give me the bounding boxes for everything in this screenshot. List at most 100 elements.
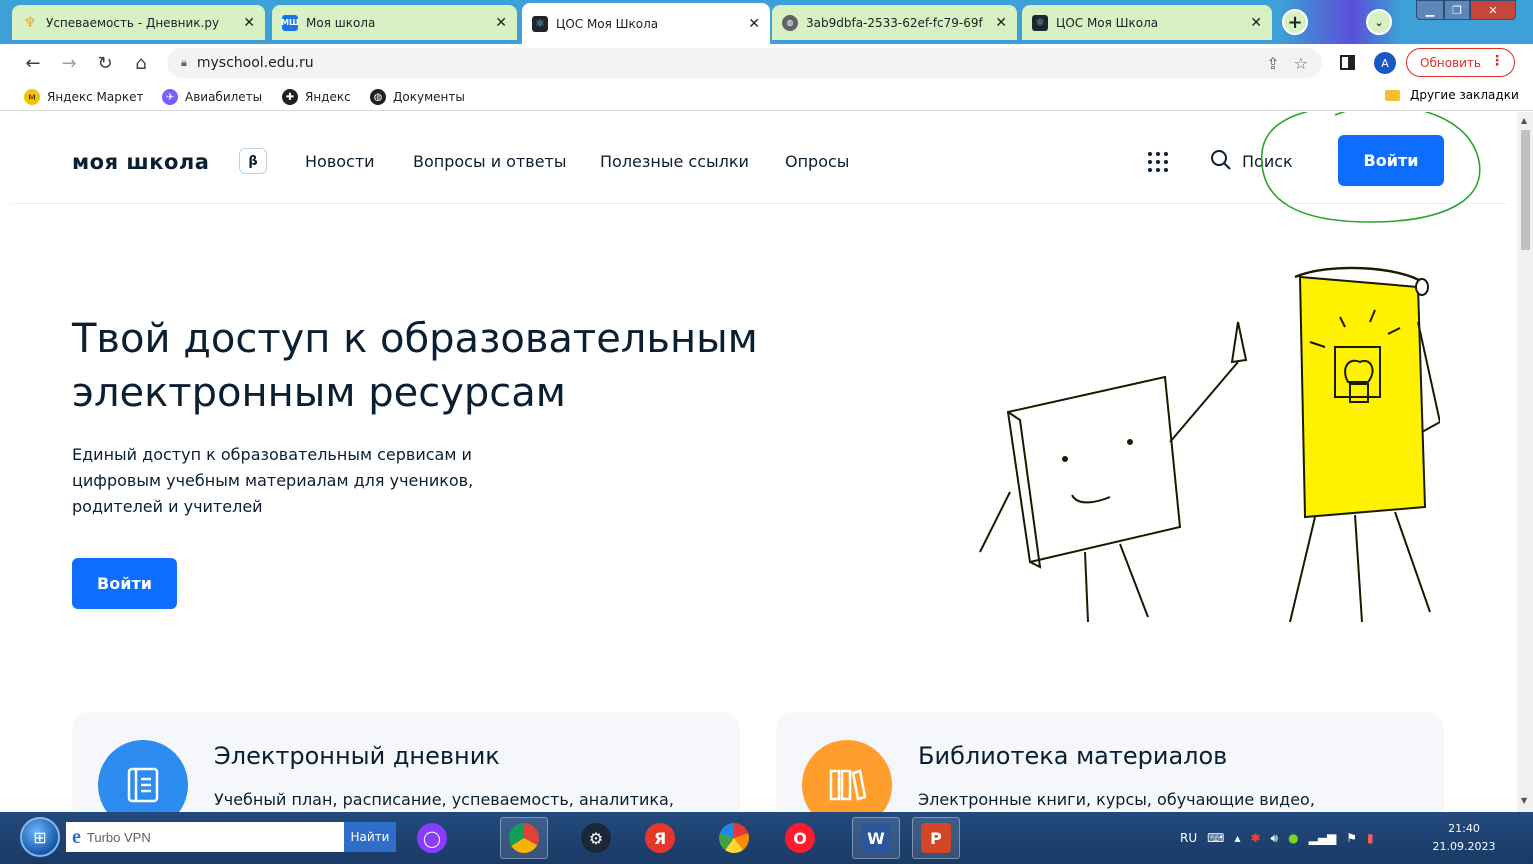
- tab-title: Моя школа: [306, 15, 376, 30]
- steam-icon: ⚙: [581, 823, 611, 853]
- picasa-icon: [719, 823, 749, 853]
- start-button[interactable]: ⊞: [20, 817, 60, 857]
- address-bar[interactable]: 🔒︎ myschool.edu.ru ⇪ ☆: [167, 48, 1322, 78]
- share-icon[interactable]: ⇪: [1266, 54, 1279, 73]
- hero-illustration: [979, 266, 1440, 623]
- ie-icon: e: [72, 825, 81, 848]
- system-tray: RU ⌨ ▴ ✱ 🔊︎ ● ▂▄▆ ⚑ ▮: [1180, 822, 1384, 854]
- other-bookmarks[interactable]: Другие закладки: [1385, 88, 1519, 102]
- close-icon[interactable]: ✕: [243, 15, 255, 31]
- taskbar-chrome[interactable]: [500, 817, 548, 859]
- yandex-browser-icon: Я: [645, 823, 675, 853]
- tab-dnevnik[interactable]: ♆ Успеваемость - Дневник.ру ✕: [12, 5, 265, 40]
- close-icon[interactable]: ✕: [995, 15, 1007, 31]
- app-tray-icon[interactable]: ●: [1288, 831, 1298, 845]
- apps-grid-icon[interactable]: [1148, 152, 1168, 172]
- word-icon: W: [861, 823, 891, 853]
- scrollbar-thumb[interactable]: [1521, 130, 1530, 250]
- volume-icon[interactable]: 🔊︎: [1271, 831, 1279, 846]
- flipchart-illustration: [1289, 266, 1440, 623]
- hero-subtitle: Единый доступ к образовательным сервисам…: [72, 445, 474, 516]
- tab-uuid[interactable]: ◍ 3ab9dbfa-2533-62ef-fc79-69f ✕: [772, 5, 1017, 40]
- star-icon[interactable]: ☆: [1294, 54, 1308, 73]
- nav-faq[interactable]: Вопросы и ответы: [413, 152, 567, 171]
- forward-button[interactable]: →: [56, 50, 82, 76]
- market-icon: м: [24, 89, 40, 105]
- taskbar-search-button[interactable]: Найти: [344, 822, 396, 852]
- nav-news[interactable]: Новости: [305, 152, 375, 171]
- card-title: Электронный дневник: [214, 742, 500, 770]
- header-login-button[interactable]: Войти: [1338, 135, 1444, 186]
- scroll-up-icon[interactable]: ▲: [1521, 116, 1527, 125]
- signal-icon[interactable]: ▂▄▆: [1309, 831, 1337, 845]
- taskbar-alice[interactable]: ◯: [408, 817, 456, 859]
- card-icon-circle: [98, 740, 188, 812]
- bookmark-yandex[interactable]: ✚ Яндекс: [282, 88, 351, 106]
- close-icon[interactable]: ✕: [748, 16, 760, 32]
- close-icon[interactable]: ✕: [1250, 15, 1262, 31]
- flag-icon[interactable]: ⚑: [1346, 831, 1357, 845]
- card-description: Электронные книги, курсы, обучающие виде…: [918, 790, 1315, 809]
- taskbar-search-input[interactable]: e Turbo VPN: [66, 822, 344, 852]
- avatar[interactable]: A: [1374, 52, 1396, 74]
- taskbar-picasa[interactable]: [710, 817, 758, 859]
- nav-links[interactable]: Полезные ссылки: [600, 152, 749, 171]
- taskbar-clock[interactable]: 21:40 21.09.2023: [1432, 820, 1496, 856]
- notebook-character-illustration: [979, 321, 1248, 623]
- back-button[interactable]: ←: [20, 50, 46, 76]
- menu-dots-icon: ⋮: [1490, 53, 1504, 69]
- taskbar-steam[interactable]: ⚙: [572, 817, 620, 859]
- tab-moya-shkola[interactable]: МШ Моя школа ✕: [272, 5, 517, 40]
- dnevnik-icon: ♆: [23, 14, 37, 31]
- tab-title: Успеваемость - Дневник.ру: [46, 15, 220, 30]
- bookmarks-bar: м Яндекс Маркет ✈ Авиабилеты ✚ Яндекс ◍ …: [0, 82, 1533, 111]
- beta-badge: β: [239, 148, 267, 174]
- battery-icon[interactable]: ▮: [1367, 831, 1374, 845]
- card-diary[interactable]: Электронный дневник Учебный план, распис…: [72, 712, 740, 812]
- close-window-button[interactable]: ✕: [1470, 0, 1516, 20]
- lock-icon: 🔒︎: [181, 56, 187, 69]
- search-label[interactable]: Поиск: [1242, 152, 1293, 171]
- mysch-icon: МШ: [281, 14, 299, 31]
- close-icon[interactable]: ✕: [495, 15, 507, 31]
- tray-expand-icon[interactable]: ▴: [1234, 831, 1240, 845]
- plane-icon: ✈: [162, 89, 178, 105]
- hero-login-button[interactable]: Войти: [72, 558, 177, 609]
- bookmark-aviabilety[interactable]: ✈ Авиабилеты: [162, 88, 262, 106]
- update-label: Обновить: [1420, 55, 1481, 70]
- scroll-down-icon[interactable]: ▼: [1521, 796, 1527, 805]
- minimize-button[interactable]: ▁: [1416, 0, 1444, 20]
- tab-title: ЦОС Моя Школа: [556, 16, 659, 31]
- page-scrollbar[interactable]: ▲ ▼: [1517, 112, 1533, 812]
- reload-button[interactable]: ↻: [92, 50, 118, 76]
- antivirus-icon[interactable]: ✱: [1250, 831, 1260, 845]
- keyboard-icon[interactable]: ⌨: [1207, 831, 1224, 845]
- taskbar-yandex[interactable]: Я: [636, 817, 684, 859]
- site-header: моя школа β Новости Вопросы и ответы Пол…: [10, 112, 1507, 223]
- tab-tsos-2[interactable]: ⚛ ЦОС Моя Школа ✕: [1022, 5, 1272, 40]
- windows-logo-icon: ⊞: [33, 827, 47, 847]
- card-description: Учебный план, расписание, успеваемость, …: [214, 790, 674, 809]
- chevron-down-icon: ⌄: [1374, 15, 1384, 29]
- side-panel-icon[interactable]: [1340, 55, 1355, 70]
- windows-taskbar: ⊞ e Turbo VPN Найти ◯ ⚙ Я O W P RU ⌨ ▴ ✱…: [0, 812, 1533, 864]
- taskbar-opera[interactable]: O: [776, 817, 824, 859]
- card-library[interactable]: Библиотека материалов Электронные книги,…: [776, 712, 1444, 812]
- tab-tsos-active[interactable]: ⚛ ЦОС Моя Школа ✕: [522, 3, 770, 44]
- new-tab-button[interactable]: +: [1282, 9, 1308, 35]
- chrome-icon: [509, 823, 539, 853]
- bookmark-market[interactable]: м Яндекс Маркет: [24, 88, 143, 106]
- search-icon[interactable]: [1210, 149, 1232, 171]
- update-button[interactable]: Обновить ⋮: [1406, 48, 1515, 77]
- home-button[interactable]: ⌂: [128, 50, 154, 76]
- bookmark-documents[interactable]: ◍ Документы: [370, 88, 465, 106]
- hero-title: Твой доступ к образовательным электронны…: [72, 316, 758, 416]
- react-icon: ⚛: [1032, 14, 1048, 31]
- taskbar-powerpoint[interactable]: P: [912, 817, 960, 859]
- tab-search-button[interactable]: ⌄: [1366, 9, 1392, 35]
- language-indicator[interactable]: RU: [1180, 831, 1197, 845]
- nav-polls[interactable]: Опросы: [785, 152, 849, 171]
- taskbar-word[interactable]: W: [852, 817, 900, 859]
- site-logo[interactable]: моя школа: [72, 150, 209, 174]
- maximize-button[interactable]: ❐: [1444, 0, 1470, 20]
